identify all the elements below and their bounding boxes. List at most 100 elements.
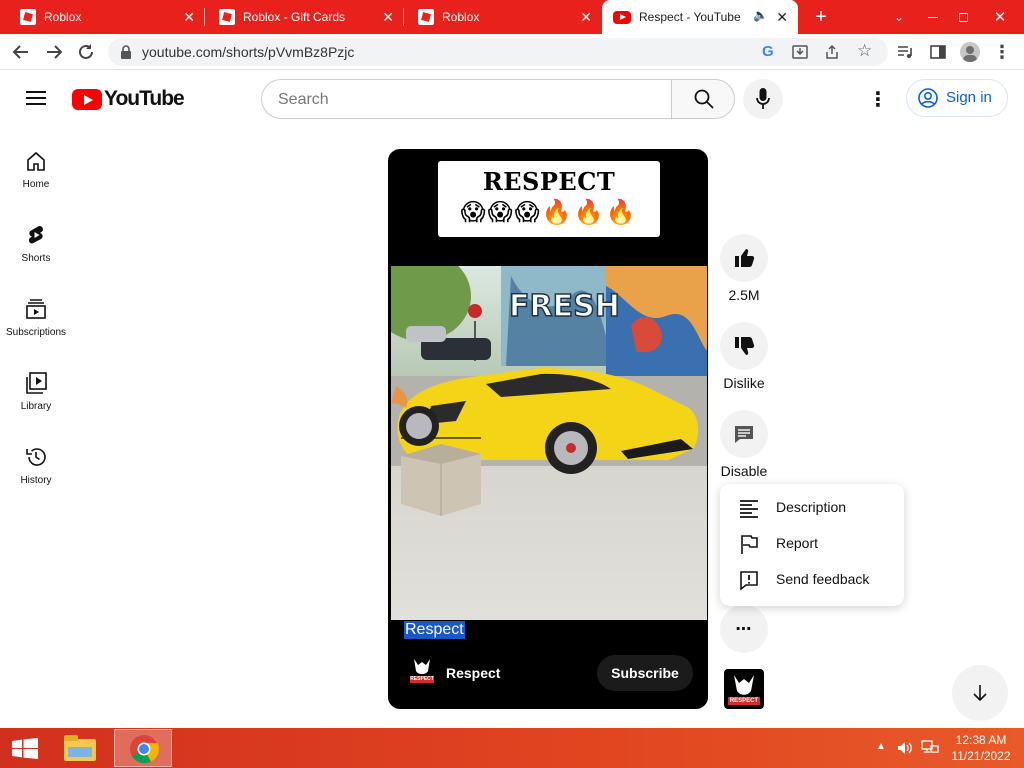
search-input[interactable] <box>278 89 648 111</box>
youtube-logo-icon[interactable] <box>72 89 102 110</box>
chrome-taskbar-button[interactable] <box>114 729 172 767</box>
chrome-icon <box>130 735 159 764</box>
search-icon <box>694 89 714 109</box>
system-clock[interactable]: 12:38 AM 11/21/2022 <box>944 732 1018 764</box>
bookmark-star-icon[interactable]: ☆ <box>857 41 872 61</box>
install-app-icon[interactable] <box>792 44 808 60</box>
library-icon <box>26 372 47 394</box>
menu-item-send-feedback[interactable]: Send feedback <box>720 562 904 598</box>
next-short-button[interactable] <box>952 665 1008 721</box>
media-control-icon[interactable] <box>897 44 913 60</box>
windows-start-icon[interactable] <box>12 738 38 759</box>
sidebar-item-label: Home <box>22 179 50 190</box>
browser-menu-kebab-icon[interactable]: ⋮ <box>990 40 1014 64</box>
roblox-favicon-icon <box>20 9 36 25</box>
youtube-header: YouTube ⋮ Sign in <box>0 70 1024 128</box>
audio-playing-icon[interactable]: 🔈 <box>753 8 768 22</box>
forward-arrow-icon[interactable] <box>42 40 66 64</box>
account-circle-icon <box>918 88 938 108</box>
share-icon[interactable] <box>824 44 840 60</box>
hamburger-menu-icon[interactable] <box>26 90 46 106</box>
sign-in-button[interactable]: Sign in <box>906 79 1008 117</box>
more-actions-button[interactable]: ⋯ <box>720 605 768 653</box>
audio-track-text: RESPECT <box>729 698 759 704</box>
roblox-favicon-icon <box>418 9 434 25</box>
feedback-icon <box>740 571 758 591</box>
sidebar-item-subscriptions[interactable]: Subscriptions <box>0 298 72 372</box>
video-frame-image: FRESH <box>391 266 707 620</box>
more-horiz-icon: ⋯ <box>735 621 753 638</box>
menu-item-label: Report <box>776 535 819 551</box>
tab-title: Roblox <box>442 10 480 24</box>
shorts-video-player[interactable]: RESPECT 😱😱😱🔥🔥🔥 FRESH Respect RESPECT Res… <box>388 149 708 709</box>
volume-icon[interactable] <box>897 741 913 755</box>
tab-respect-youtube[interactable]: Respect - YouTube 🔈 ✕ <box>602 0 798 34</box>
like-button[interactable] <box>720 234 768 282</box>
microphone-icon <box>756 88 770 109</box>
search-box[interactable] <box>261 79 672 119</box>
url-text: youtube.com/shorts/pVvmBz8Pzjc <box>142 44 355 60</box>
tab-close-icon[interactable]: ✕ <box>580 9 592 25</box>
minimize-window-button[interactable] <box>918 0 948 34</box>
network-icon[interactable] <box>921 740 939 756</box>
comments-label: Disable <box>720 463 768 479</box>
back-arrow-icon[interactable] <box>9 40 33 64</box>
file-explorer-icon[interactable] <box>64 735 96 761</box>
show-hidden-icons-icon[interactable]: ▲ <box>876 741 886 752</box>
flag-icon <box>741 535 758 554</box>
thumbs-up-icon <box>735 249 755 267</box>
channel-name[interactable]: Respect <box>446 665 500 681</box>
new-tab-button[interactable]: + <box>806 0 836 34</box>
restore-window-button[interactable] <box>948 0 978 34</box>
sidebar-item-library[interactable]: Library <box>0 372 72 446</box>
audio-track-thumbnail[interactable]: RESPECT <box>724 669 764 709</box>
tab-roblox-gift-cards[interactable]: Roblox - Gift Cards ✕ <box>205 0 404 34</box>
voice-search-button[interactable] <box>743 79 783 119</box>
tab-roblox-1[interactable]: Roblox ✕ <box>0 0 205 34</box>
browser-tab-strip: Roblox ✕ Roblox - Gift Cards ✕ Roblox ✕ … <box>0 0 1024 34</box>
channel-avatar-text: RESPECT <box>410 676 434 682</box>
subscribe-button[interactable]: Subscribe <box>597 655 693 691</box>
menu-item-label: Send feedback <box>776 571 870 587</box>
sidebar-item-shorts[interactable]: Shorts <box>0 224 72 298</box>
tab-close-icon[interactable]: ✕ <box>183 9 195 25</box>
google-lens-icon[interactable]: G <box>762 43 774 60</box>
shorts-icon <box>28 225 43 244</box>
youtube-logo-text[interactable]: YouTube <box>104 87 185 111</box>
mural-graffiti-text: FRESH <box>509 289 620 324</box>
home-icon <box>27 151 45 171</box>
browser-toolbar: youtube.com/shorts/pVvmBz8Pzjc G ☆ ⋮ <box>0 34 1024 70</box>
more-actions-menu: Description Report Send feedback <box>720 484 904 606</box>
tab-title: Roblox <box>44 10 82 24</box>
tab-close-icon[interactable]: ✕ <box>776 9 788 25</box>
tab-roblox-2[interactable]: Roblox ✕ <box>404 0 602 34</box>
video-caption[interactable]: Respect <box>404 621 465 639</box>
banner-emoji: 😱😱😱🔥🔥🔥 <box>460 199 638 226</box>
dislike-button[interactable] <box>720 322 768 370</box>
comments-button[interactable] <box>720 410 768 458</box>
banner-title: RESPECT <box>482 167 616 196</box>
tab-search-chevron-icon[interactable]: ⌄ <box>884 0 914 34</box>
profile-avatar-icon[interactable] <box>960 42 980 62</box>
sidebar-item-home[interactable]: Home <box>0 150 72 224</box>
address-bar[interactable]: youtube.com/shorts/pVvmBz8Pzjc G ☆ <box>108 38 888 66</box>
channel-avatar[interactable]: RESPECT <box>408 655 436 685</box>
reload-icon[interactable] <box>74 40 98 64</box>
roblox-favicon-icon <box>219 9 235 25</box>
sidebar-item-label: History <box>20 475 52 486</box>
side-panel-icon[interactable] <box>930 44 946 60</box>
menu-item-description[interactable]: Description <box>720 490 904 526</box>
tab-close-icon[interactable]: ✕ <box>382 9 394 25</box>
close-window-button[interactable]: ✕ <box>980 0 1020 34</box>
description-icon <box>740 500 758 518</box>
menu-item-report[interactable]: Report <box>720 526 904 562</box>
clock-time: 12:38 AM <box>955 733 1007 747</box>
arrow-down-icon <box>973 685 987 702</box>
sign-in-label: Sign in <box>946 89 992 106</box>
settings-kebab-icon[interactable]: ⋮ <box>868 87 888 111</box>
search-button[interactable] <box>671 79 735 119</box>
video-frame[interactable]: FRESH <box>391 266 707 620</box>
sidebar-item-history[interactable]: History <box>0 446 72 520</box>
video-title-banner: RESPECT 😱😱😱🔥🔥🔥 <box>438 161 660 237</box>
subscriptions-icon <box>26 299 46 319</box>
